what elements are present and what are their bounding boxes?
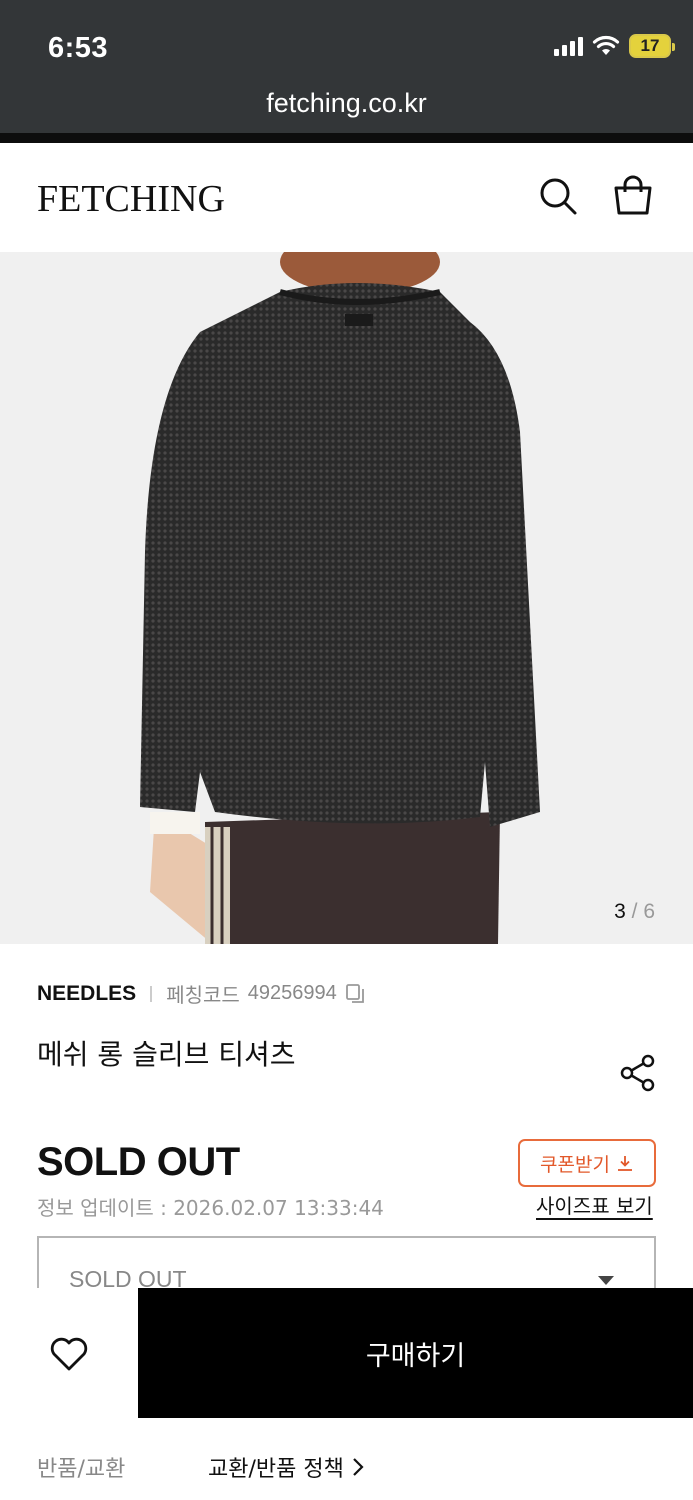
site-header: FETCHING xyxy=(0,143,693,252)
status-icons: 17 xyxy=(554,34,675,58)
coupon-label: 쿠폰받기 xyxy=(540,1154,610,1176)
product-photo xyxy=(0,252,693,944)
brand-name[interactable]: NEEDLES xyxy=(37,982,136,1006)
size-chart-link[interactable]: 사이즈표 보기 xyxy=(536,1190,653,1219)
return-policy-label: 반품/교환 xyxy=(37,1457,126,1482)
image-counter-current: 3 xyxy=(614,900,626,923)
info-updated: 정보 업데이트 : 2026.02.07 13:33:44 xyxy=(37,1196,384,1220)
shopping-bag-icon[interactable] xyxy=(611,174,655,218)
url-bar[interactable]: fetching.co.kr xyxy=(0,88,693,119)
brand-line: NEEDLES 페칭코드 49256994 xyxy=(37,979,367,1008)
chevron-right-icon xyxy=(353,1458,364,1476)
product-code-value: 49256994 xyxy=(247,982,337,1004)
product-image[interactable]: 3 / 6 xyxy=(0,252,693,944)
wifi-icon xyxy=(592,35,620,55)
battery-icon: 17 xyxy=(629,34,675,58)
coupon-button[interactable]: 쿠폰받기 xyxy=(518,1139,656,1187)
site-logo[interactable]: FETCHING xyxy=(37,177,225,221)
browser-chrome: 6:53 17 fetching.co.kr xyxy=(0,0,693,143)
status-time: 6:53 xyxy=(48,32,109,64)
share-icon[interactable] xyxy=(618,1053,658,1093)
product-code-label: 페칭코드 xyxy=(166,985,240,1007)
buy-button[interactable]: 구매하기 xyxy=(138,1288,693,1418)
copy-icon[interactable] xyxy=(345,983,367,1005)
price-status: SOLD OUT xyxy=(37,1140,240,1184)
cellular-signal-icon xyxy=(554,36,583,56)
chrome-divider xyxy=(0,133,693,143)
download-icon xyxy=(617,1156,632,1171)
product-title: 메쉬 롱 슬리브 티셔츠 xyxy=(37,1038,296,1071)
return-policy-row: 반품/교환 교환/반품 정책 xyxy=(0,1418,693,1500)
image-counter: 3 / 6 xyxy=(614,900,655,924)
heart-icon[interactable] xyxy=(48,1333,90,1375)
image-counter-total: 6 xyxy=(643,900,655,923)
image-counter-separator: / xyxy=(631,900,638,923)
chevron-down-icon xyxy=(598,1276,614,1285)
brand-divider xyxy=(150,985,153,1002)
search-icon[interactable] xyxy=(536,174,580,218)
return-policy-link-text: 교환/반품 정책 xyxy=(208,1457,344,1482)
return-policy-link[interactable]: 교환/반품 정책 xyxy=(208,1451,364,1483)
